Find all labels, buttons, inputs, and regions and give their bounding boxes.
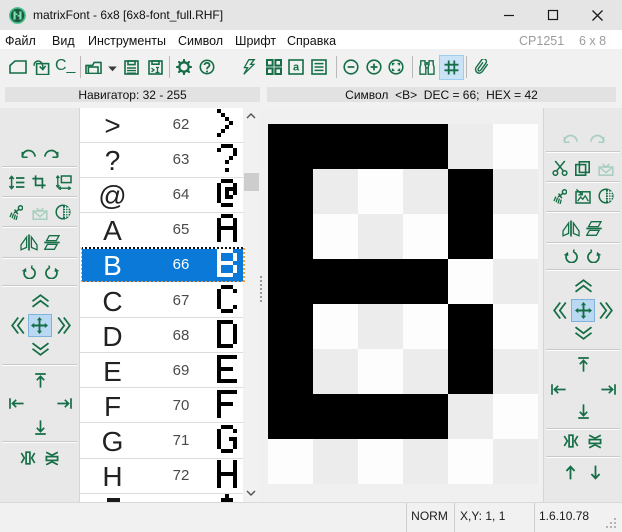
svg-text:a: a [292, 62, 299, 74]
